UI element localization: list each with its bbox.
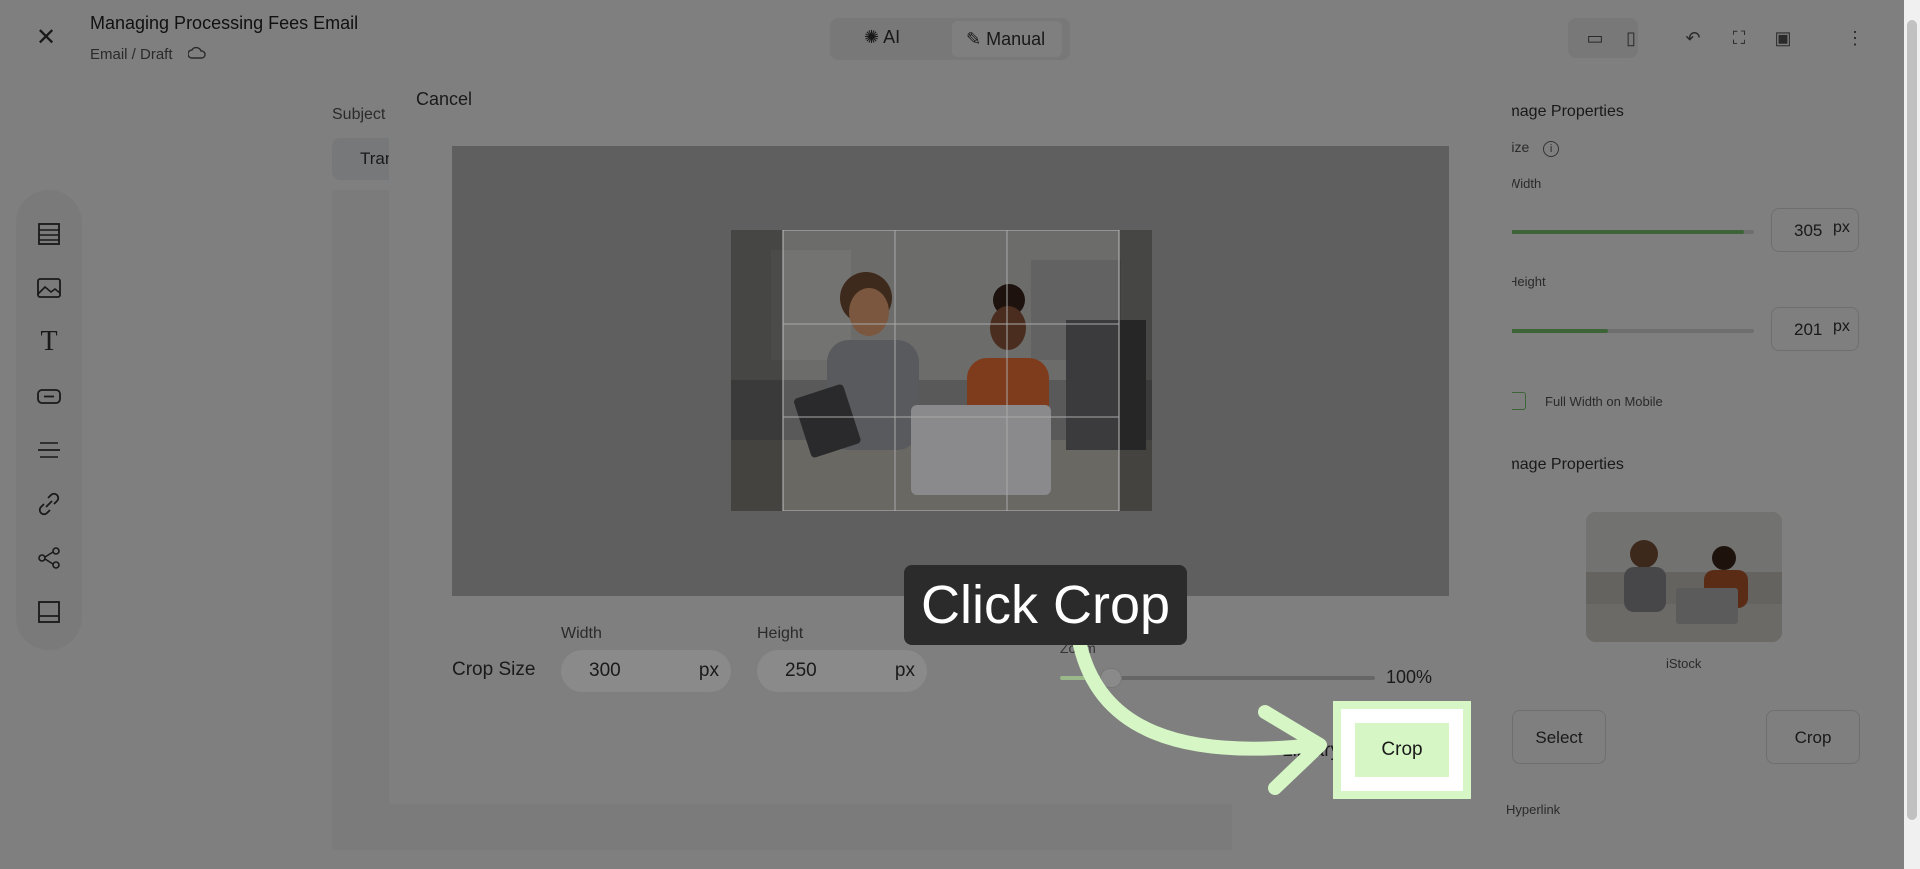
crop-size-label: Crop Size: [452, 659, 536, 680]
crop-width-input[interactable]: 300 px: [561, 650, 731, 692]
crop-width-value: 300: [589, 660, 621, 681]
tutorial-tooltip: Click Crop: [904, 565, 1187, 645]
scrollbar-thumb[interactable]: [1907, 20, 1917, 820]
crop-width-label: Width: [561, 625, 602, 642]
crop-button[interactable]: Crop: [1355, 723, 1449, 777]
crop-width-unit: px: [698, 660, 719, 681]
crop-height-label: Height: [757, 625, 804, 642]
crop-height-input[interactable]: 250 px: [757, 650, 927, 692]
zoom-value: 100%: [1386, 667, 1433, 687]
crop-height-unit: px: [894, 660, 915, 681]
crop-height-value: 250: [785, 660, 817, 681]
crop-image[interactable]: [731, 229, 1152, 512]
crop-image-photo: [731, 229, 1152, 512]
guide-arrow-icon: [1073, 640, 1327, 795]
cancel-button[interactable]: Cancel: [416, 89, 472, 110]
